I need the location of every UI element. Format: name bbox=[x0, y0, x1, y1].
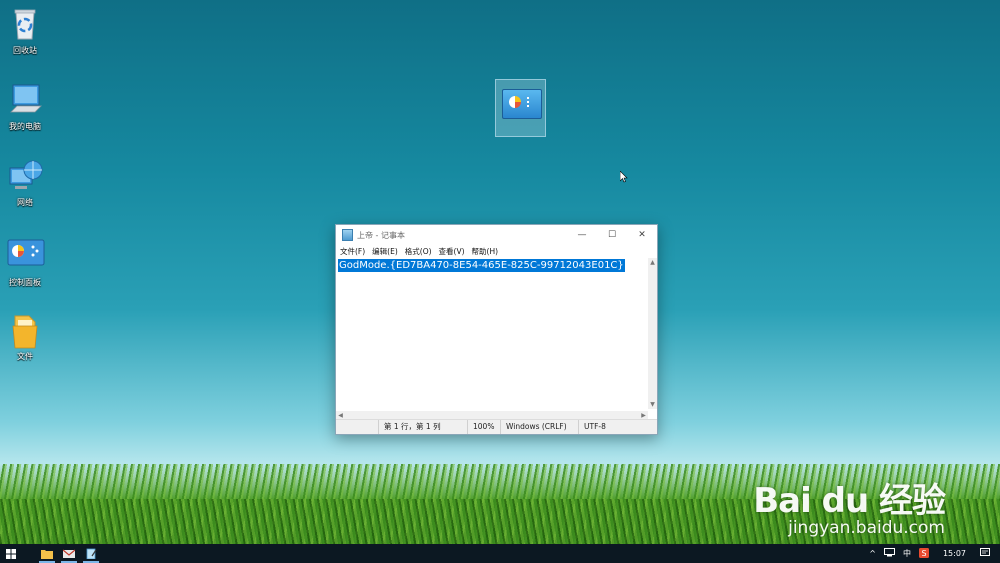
desktop-icon-label: 回收站 bbox=[13, 46, 37, 55]
desktop-icon-label: 网络 bbox=[17, 198, 33, 207]
network-tray-icon[interactable] bbox=[883, 548, 895, 559]
desktop-icon-label: 我的电脑 bbox=[9, 122, 41, 131]
taskbar-notepad[interactable] bbox=[80, 544, 102, 563]
scroll-up-icon[interactable]: ▲ bbox=[648, 258, 657, 267]
taskbar: ^ 中 S 15:07 bbox=[0, 544, 1000, 563]
windows-logo-icon bbox=[6, 548, 16, 559]
status-spacer bbox=[336, 420, 378, 434]
start-button[interactable] bbox=[0, 544, 22, 563]
maximize-icon: ☐ bbox=[607, 230, 617, 240]
network-icon bbox=[7, 158, 43, 194]
notification-center-icon[interactable] bbox=[980, 548, 990, 559]
clock[interactable]: 15:07 bbox=[943, 549, 966, 558]
selected-text[interactable]: GodMode.{ED7BA470-8E54-465E-825C-9971204… bbox=[338, 259, 625, 272]
control-panel-icon bbox=[502, 89, 542, 119]
computer-icon bbox=[7, 82, 43, 118]
selected-desktop-icon[interactable] bbox=[495, 79, 546, 137]
vertical-scrollbar[interactable]: ▲ ▼ bbox=[648, 258, 657, 409]
status-cursor-position: 第 1 行，第 1 列 bbox=[378, 420, 467, 434]
minimize-button[interactable]: — bbox=[567, 225, 597, 245]
status-encoding: UTF-8 bbox=[578, 420, 638, 434]
menu-edit[interactable]: 编辑(E) bbox=[372, 246, 398, 257]
window-title: 上帝 - 记事本 bbox=[357, 230, 405, 240]
recycle-bin-icon bbox=[7, 6, 43, 42]
title-bar[interactable]: 上帝 - 记事本 — ☐ ✕ bbox=[336, 225, 657, 245]
close-button[interactable]: ✕ bbox=[627, 225, 657, 245]
menu-help[interactable]: 帮助(H) bbox=[472, 246, 499, 257]
close-icon: ✕ bbox=[638, 230, 646, 240]
desktop-icon-folder[interactable]: 文件 bbox=[2, 312, 48, 362]
desktop-icon-control-panel[interactable]: 控制面板 bbox=[2, 238, 48, 288]
desktop-icon-label: 控制面板 bbox=[9, 278, 41, 287]
desktop-icon-recycle-bin[interactable]: 回收站 bbox=[2, 6, 48, 56]
folder-icon bbox=[7, 312, 43, 349]
menu-file[interactable]: 文件(F) bbox=[340, 246, 365, 257]
system-tray: ^ 中 S 15:07 bbox=[869, 544, 1000, 563]
maximize-button[interactable]: ☐ bbox=[597, 225, 627, 245]
ime-indicator[interactable]: 中 bbox=[903, 548, 911, 559]
menu-view[interactable]: 查看(V) bbox=[439, 246, 465, 257]
scroll-down-icon[interactable]: ▼ bbox=[648, 400, 657, 409]
status-bar: 第 1 行，第 1 列 100% Windows (CRLF) UTF-8 bbox=[336, 419, 657, 434]
text-editor-area[interactable]: GodMode.{ED7BA470-8E54-465E-825C-9971204… bbox=[336, 258, 648, 409]
watermark-url: jingyan.baidu.com bbox=[788, 518, 945, 538]
taskbar-file-explorer[interactable] bbox=[36, 544, 58, 563]
menu-format[interactable]: 格式(O) bbox=[405, 246, 432, 257]
taskbar-mail[interactable] bbox=[58, 544, 80, 563]
sogou-ime-icon[interactable]: S bbox=[918, 547, 929, 560]
watermark-brand: Bai du 经验 bbox=[753, 481, 946, 521]
mail-icon bbox=[63, 549, 75, 558]
notepad-window[interactable]: 上帝 - 记事本 — ☐ ✕ 文件(F) 编辑(E) 格式(O) 查看(V) 帮… bbox=[335, 224, 658, 435]
minimize-icon: — bbox=[577, 230, 587, 240]
desktop-icon-label: 文件 bbox=[17, 352, 33, 361]
notepad-app-icon bbox=[342, 229, 353, 241]
mouse-cursor-icon bbox=[620, 171, 628, 183]
baidu-watermark: Bai du 经验 jingyan.baidu.com bbox=[753, 481, 946, 538]
desktop-icon-network[interactable]: 网络 bbox=[2, 158, 48, 208]
tray-caret-icon[interactable]: ^ bbox=[869, 549, 876, 558]
status-line-ending: Windows (CRLF) bbox=[500, 420, 578, 434]
folder-icon bbox=[41, 549, 53, 559]
svg-text:S: S bbox=[921, 549, 926, 558]
desktop-icon-my-computer[interactable]: 我的电脑 bbox=[2, 82, 48, 132]
control-panel-icon bbox=[7, 238, 45, 274]
status-zoom: 100% bbox=[467, 420, 500, 434]
notepad-icon bbox=[86, 548, 96, 559]
menu-bar: 文件(F) 编辑(E) 格式(O) 查看(V) 帮助(H) bbox=[336, 245, 657, 257]
